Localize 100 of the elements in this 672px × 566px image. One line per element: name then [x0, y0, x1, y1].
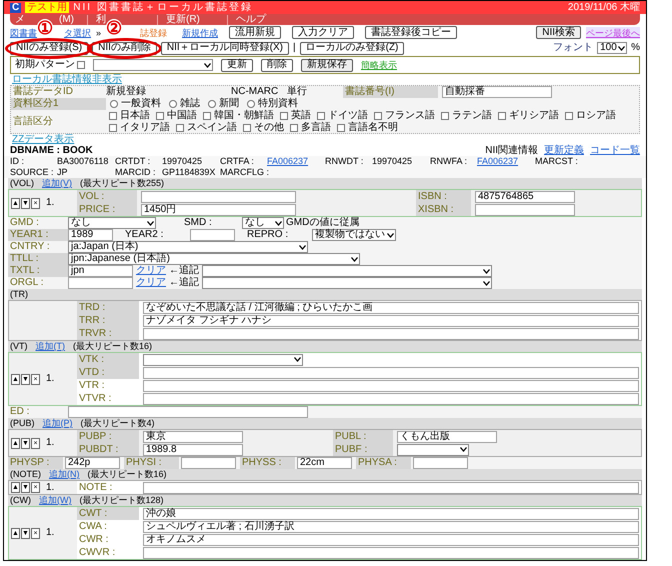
text-field[interactable]	[143, 380, 639, 392]
radio-option[interactable]: 雑誌	[169, 98, 200, 110]
menu-item[interactable]: ヘルプ	[227, 14, 297, 24]
checkbox-option[interactable]: ラテン語	[440, 110, 492, 122]
link[interactable]: 追加(P)	[42, 418, 72, 429]
link[interactable]: FA006237	[477, 156, 518, 167]
text-field[interactable]	[68, 277, 133, 289]
checkbox-option[interactable]: フランス語	[374, 110, 435, 122]
link[interactable]: ローカル書誌情報非表示	[12, 74, 122, 86]
meta-label: SOURCE :	[10, 167, 55, 178]
text-field[interactable]	[143, 328, 639, 340]
checkbox-option[interactable]: その他	[242, 122, 284, 134]
button[interactable]: 入力クリア	[292, 26, 354, 39]
dropdown[interactable]: 100	[597, 42, 628, 54]
button[interactable]: ローカルのみ登録(Z)	[300, 42, 404, 54]
window-title: NII 図書書誌＋ローカル書誌登録	[73, 2, 253, 14]
text-field[interactable]	[413, 457, 468, 469]
text-field[interactable]: 東京	[143, 430, 243, 442]
repeat-limit: (最大リピート数255)	[80, 178, 164, 189]
meta-value: 19970425	[162, 156, 202, 167]
text-field[interactable]: ナゾメイタ フシギナ ハナシ	[143, 314, 639, 326]
checkbox-option[interactable]: 英語	[280, 110, 311, 122]
dropdown[interactable]	[143, 354, 303, 366]
text-field[interactable]	[143, 392, 639, 404]
button[interactable]: NII検索	[536, 26, 581, 39]
menu-item[interactable]: 更新(R)	[157, 14, 227, 24]
breadcrumb-link[interactable]: タ選択	[64, 26, 91, 38]
text-field[interactable]: オキノムスメ	[143, 534, 639, 546]
checkbox-option[interactable]: 日本語	[108, 110, 150, 122]
checkbox-option[interactable]: 言語名不明	[336, 122, 398, 134]
checkbox-option[interactable]: 韓国・朝鮮語	[202, 110, 274, 122]
link[interactable]: クリア	[136, 265, 166, 277]
dropdown[interactable]: 複製物ではない	[312, 229, 396, 241]
text-field[interactable]	[141, 190, 296, 202]
link[interactable]: FA006237	[267, 156, 308, 167]
dropdown[interactable]: jpn:Japanese (日本語)	[68, 253, 360, 265]
checkbox-option[interactable]: ロシア語	[564, 110, 616, 122]
checkbox-option[interactable]: 多言語	[290, 122, 331, 134]
menu-item[interactable]: (M)	[59, 14, 87, 24]
dropdown[interactable]	[397, 444, 469, 456]
link[interactable]: 更新定義	[544, 144, 584, 156]
button[interactable]: 新規保存	[301, 58, 353, 72]
field-label: NC-MARC	[231, 86, 280, 98]
checkbox-option[interactable]: 中国語	[156, 110, 197, 122]
text-field[interactable]: くもん出版	[397, 430, 497, 442]
checkbox-option[interactable]: ギリシア語	[498, 110, 559, 122]
link[interactable]: 新規作成	[182, 26, 218, 38]
text-field[interactable]: 自動採番	[442, 86, 552, 98]
checkbox-option[interactable]: ドイツ語	[316, 110, 368, 122]
text-field[interactable]: 沖の娘	[143, 508, 639, 520]
dropdown[interactable]	[93, 59, 213, 71]
radio-option[interactable]: 一般資料	[110, 98, 161, 110]
link[interactable]: 追加(W)	[39, 495, 72, 506]
button[interactable]: 更新	[221, 58, 253, 72]
checkbox-option[interactable]: イタリア語	[108, 122, 170, 134]
dropdown[interactable]: なし	[68, 217, 156, 229]
text-field[interactable]: なぞめいた不思議な話 / 江河徹編 ; ひらいたかこ画	[143, 302, 639, 314]
dropdown[interactable]: ja:Japan (日本)	[68, 241, 308, 253]
link[interactable]: 簡略表示	[361, 59, 397, 71]
text-field[interactable]: シュペルヴィエル著 ; 石川湧子訳	[143, 520, 639, 532]
button[interactable]: NIIのみ登録(S)	[10, 42, 88, 54]
dropdown[interactable]	[202, 265, 492, 277]
breadcrumb-link[interactable]: 図書書	[10, 26, 37, 38]
text-field[interactable]	[68, 406, 308, 418]
text-field[interactable]	[181, 457, 236, 469]
text-field[interactable]: 1989.8	[143, 444, 243, 456]
chevron-down-icon	[294, 357, 301, 362]
text-field[interactable]: 22cm	[297, 457, 352, 469]
text-field[interactable]: 1989	[68, 229, 113, 241]
text-field[interactable]	[143, 546, 639, 558]
button[interactable]: NII＋ローカル同時登録(X)	[160, 42, 289, 54]
link[interactable]: クリア	[136, 277, 166, 289]
field-label: TTLL :	[8, 253, 68, 265]
text-field[interactable]	[475, 204, 575, 216]
text-field[interactable]: 242p	[65, 457, 120, 469]
checkbox-option[interactable]: スペイン語	[176, 122, 237, 134]
text-field[interactable]	[143, 482, 639, 494]
group-tag: (PUB)	[10, 418, 34, 429]
text-field[interactable]: jpn	[68, 265, 133, 277]
field-label: TRVR :	[77, 327, 139, 340]
button[interactable]: 削除	[261, 58, 293, 72]
link[interactable]: 追加(N)	[49, 469, 80, 480]
radio-option[interactable]: 特別資料	[247, 98, 298, 110]
button[interactable]: 書誌登録後コピー	[365, 26, 458, 39]
field-label: VOL :	[77, 190, 137, 203]
chevron-down-icon	[618, 46, 626, 50]
radio-option[interactable]: 新聞	[208, 98, 239, 110]
dropdown[interactable]: なし	[242, 217, 284, 229]
text-field[interactable]	[143, 366, 639, 378]
link[interactable]: コード一覧	[590, 144, 640, 156]
button[interactable]: 流用新規	[229, 26, 282, 39]
text-field[interactable]	[190, 229, 235, 241]
text-field[interactable]: 1450円	[141, 204, 296, 216]
link[interactable]: 追加(T)	[36, 341, 65, 352]
link[interactable]: ZZデータ表示	[12, 134, 74, 146]
checkbox[interactable]	[77, 61, 85, 69]
dropdown[interactable]	[202, 277, 492, 289]
text-field[interactable]: 4875764865	[475, 190, 575, 202]
link[interactable]: 追加(V)	[42, 178, 72, 189]
button[interactable]: NIIのみ削除	[92, 42, 157, 54]
